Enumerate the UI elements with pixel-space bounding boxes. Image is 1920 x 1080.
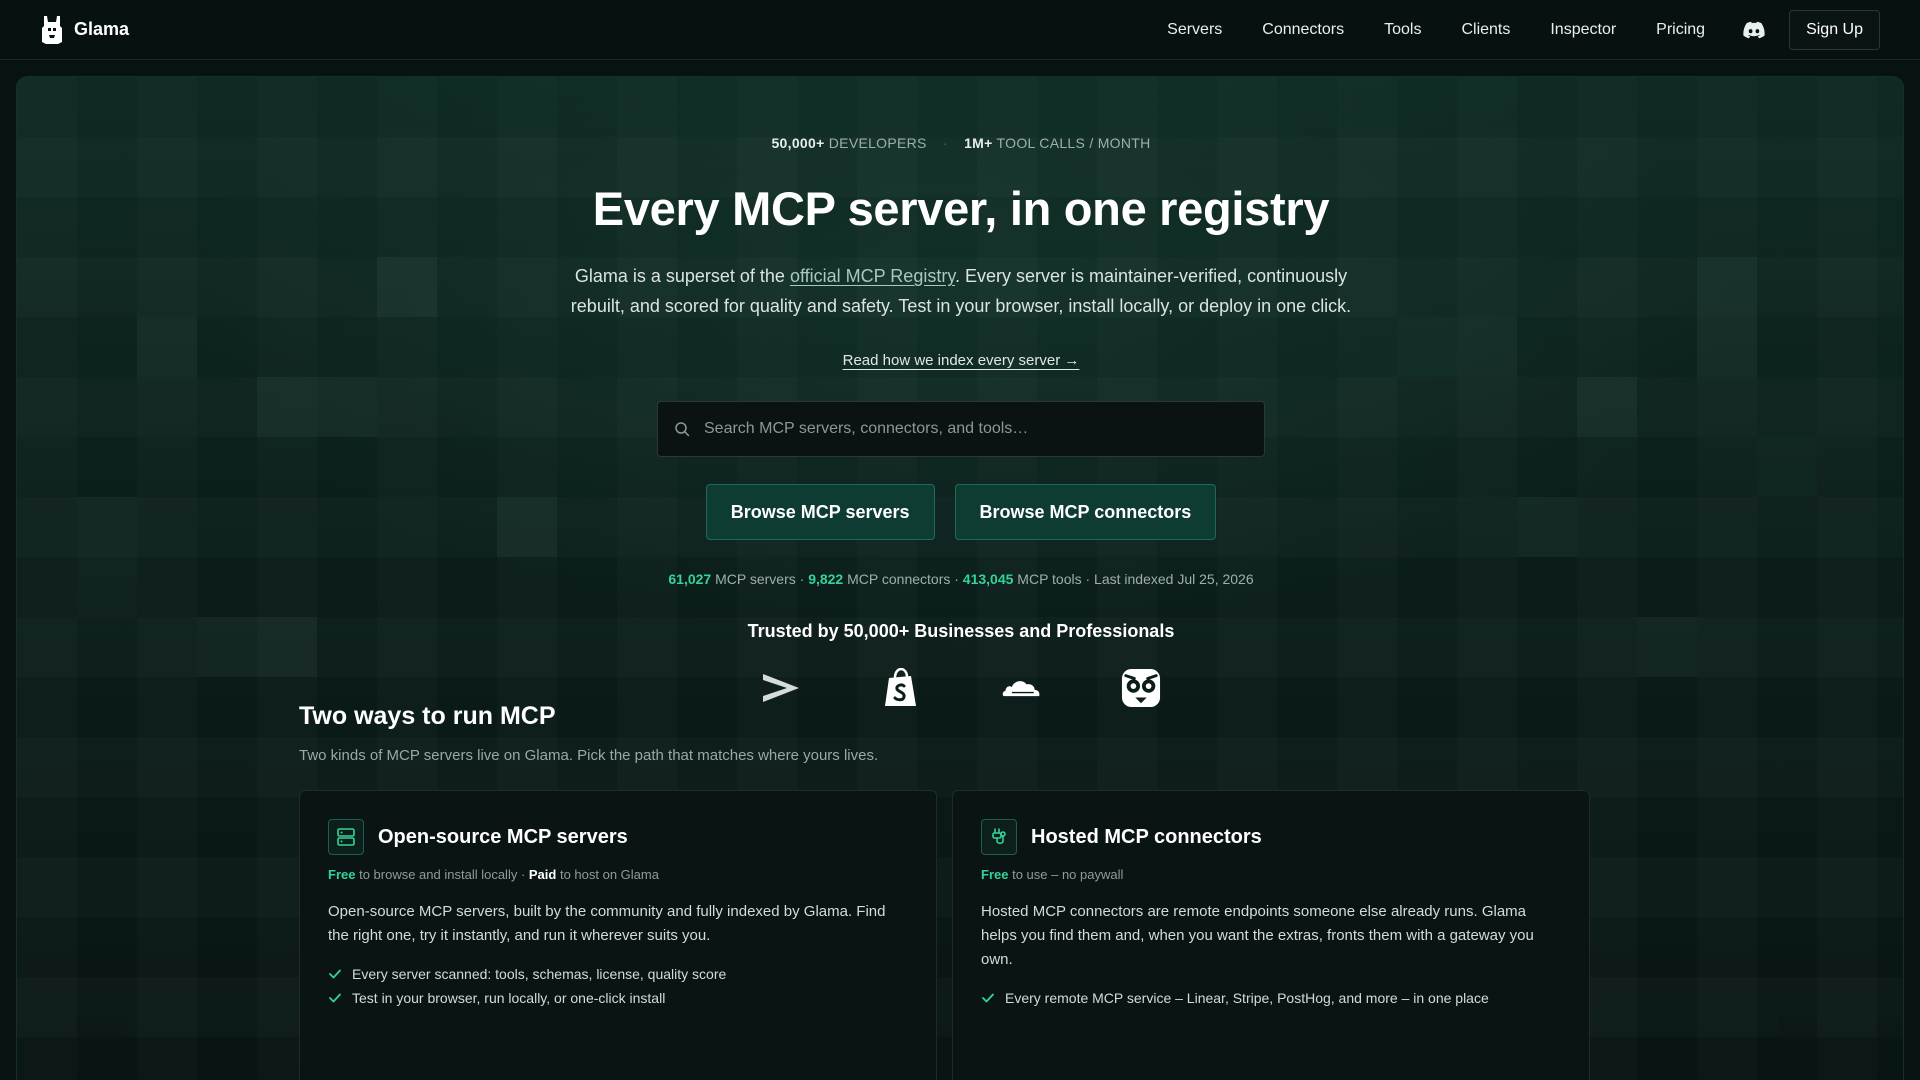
tools-count: 413,045 bbox=[962, 571, 1014, 587]
hero-stats: 50,000+ DEVELOPERS · 1M+ TOOL CALLS / MO… bbox=[771, 135, 1151, 151]
open-source-servers-card[interactable]: Open-source MCP servers Free to browse a… bbox=[299, 790, 937, 1080]
read-index-link[interactable]: Read how we index every server → bbox=[843, 352, 1080, 369]
read-index-link-wrap: Read how we index every server → bbox=[17, 352, 1903, 369]
nav-servers[interactable]: Servers bbox=[1167, 21, 1222, 39]
stat-developers-value: 50,000+ bbox=[771, 135, 825, 151]
check-icon bbox=[329, 993, 341, 1003]
check-icon bbox=[329, 969, 341, 979]
nav-clients[interactable]: Clients bbox=[1461, 21, 1510, 39]
card-checklist: Every server scanned: tools, schemas, li… bbox=[328, 962, 908, 1010]
check-icon bbox=[982, 993, 994, 1003]
sign-up-button[interactable]: Sign Up bbox=[1789, 9, 1880, 50]
servers-count: 61,027 bbox=[668, 571, 712, 587]
nav-pricing[interactable]: Pricing bbox=[1656, 21, 1705, 39]
connectors-count: 9,822 bbox=[808, 571, 844, 587]
card-description: Hosted MCP connectors are remote endpoin… bbox=[981, 903, 1534, 968]
search-box[interactable] bbox=[657, 401, 1265, 457]
discord-icon[interactable] bbox=[1743, 21, 1765, 39]
server-stack-icon bbox=[328, 819, 364, 855]
stat-toolcalls-label: TOOL CALLS / MONTH bbox=[996, 135, 1151, 151]
top-nav-bar: Glama Servers Connectors Tools Clients I… bbox=[0, 0, 1920, 60]
nav-tools[interactable]: Tools bbox=[1384, 21, 1421, 39]
card-title: Hosted MCP connectors bbox=[1031, 825, 1262, 848]
card-title: Open-source MCP servers bbox=[378, 825, 628, 848]
list-item: Every server scanned: tools, schemas, li… bbox=[328, 962, 908, 986]
duolingo-logo-icon bbox=[1121, 667, 1161, 709]
list-item: Test in your browser, run locally, or on… bbox=[328, 986, 908, 1010]
hosted-connectors-card[interactable]: Hosted MCP connectors Free to use – no p… bbox=[952, 790, 1590, 1080]
hero-headline: Every MCP server, in one registry bbox=[592, 182, 1330, 235]
brand-home-link[interactable]: Glama bbox=[40, 14, 129, 46]
stat-toolcalls-value: 1M+ bbox=[964, 135, 993, 151]
index-counts: 61,027 MCP servers · 9,822 MCP connector… bbox=[668, 571, 1254, 587]
search-icon bbox=[675, 422, 690, 437]
card-description: Open-source MCP servers, built by the co… bbox=[328, 903, 886, 944]
two-ways-subtitle: Two kinds of MCP servers live on Glama. … bbox=[299, 747, 879, 764]
cta-row: Browse MCP servers Browse MCP connectors bbox=[17, 484, 1903, 540]
card-pricing-meta: Free to browse and install locally · Pai… bbox=[328, 867, 659, 882]
official-registry-link[interactable]: official MCP Registry bbox=[790, 266, 955, 286]
card-checklist: Every remote MCP service – Linear, Strip… bbox=[981, 986, 1561, 1010]
plug-connector-icon bbox=[981, 819, 1017, 855]
list-item: Every remote MCP service – Linear, Strip… bbox=[981, 986, 1561, 1010]
brand-name: Glama bbox=[74, 19, 130, 39]
card-pricing-meta: Free to use – no paywall bbox=[981, 867, 1124, 882]
nav-connectors[interactable]: Connectors bbox=[1262, 21, 1344, 39]
two-ways-title: Two ways to run MCP bbox=[299, 702, 556, 730]
llama-logo-icon bbox=[42, 15, 62, 44]
stat-developers-label: DEVELOPERS bbox=[828, 135, 927, 151]
search-input[interactable] bbox=[704, 409, 1248, 449]
cloudflare-logo-icon bbox=[1001, 667, 1041, 709]
trusted-title: Trusted by 50,000+ Businesses and Profes… bbox=[747, 621, 1175, 641]
hero-subtext: Glama is a superset of the official MCP … bbox=[570, 266, 1352, 316]
accenture-logo-icon bbox=[761, 667, 801, 709]
browse-servers-button[interactable]: Browse MCP servers bbox=[705, 484, 935, 540]
shopify-logo-icon bbox=[881, 667, 921, 709]
main-nav: Servers Connectors Tools Clients Inspect… bbox=[1147, 9, 1880, 50]
nav-inspector[interactable]: Inspector bbox=[1550, 21, 1616, 39]
browse-connectors-button[interactable]: Browse MCP connectors bbox=[954, 484, 1217, 540]
